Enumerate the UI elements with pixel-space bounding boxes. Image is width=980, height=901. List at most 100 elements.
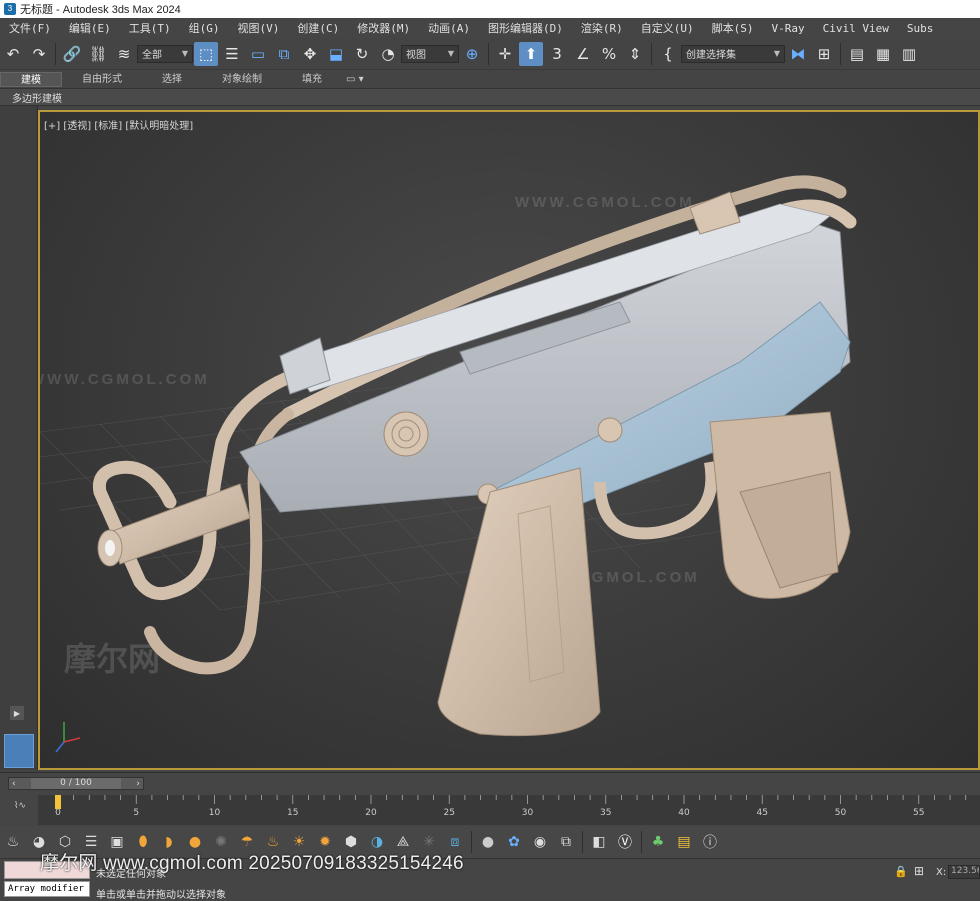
named-selection-value: 创建选择集	[686, 50, 736, 61]
magazine	[437, 467, 601, 737]
named-selection-dropdown[interactable]: 创建选择集 ▼	[681, 44, 785, 63]
pivot-center-icon[interactable]: ⊕	[460, 42, 484, 66]
ruler-label: 20	[365, 808, 377, 818]
selection-filter-value: 全部	[142, 50, 162, 61]
select-place-icon[interactable]: ◔	[376, 42, 400, 66]
select-manipulate-icon[interactable]: ✛	[493, 42, 517, 66]
viewport-layout-button[interactable]	[4, 734, 34, 768]
material-browser-icon[interactable]: ◉	[529, 831, 551, 853]
perspective-viewport[interactable]: WWW.CGMOL.COM WWW.CGMOL.COM WWW.CGMOL.CO…	[38, 110, 980, 770]
x-coord-field[interactable]: 123.56	[948, 865, 980, 879]
toolbar-divider	[55, 42, 56, 65]
layer-explorer-icon[interactable]: ▤	[845, 42, 869, 66]
snaps-toggle-icon[interactable]: 3	[545, 42, 569, 66]
menu-civil-view[interactable]: Civil View	[814, 22, 898, 35]
maxscript-mini-listener[interactable]: Array modifier	[4, 881, 90, 897]
rotate-icon[interactable]: ↻	[350, 42, 374, 66]
window-title: 无标题 - Autodesk 3ds Max 2024	[20, 4, 181, 16]
viewport-label[interactable]: [+] [透视] [标准] [默认明暗处理]	[44, 117, 193, 132]
bind-spacewarp-icon[interactable]: ≋	[112, 42, 136, 66]
select-by-name-icon[interactable]: ☰	[220, 42, 244, 66]
angle-snap-icon[interactable]: ∠	[571, 42, 595, 66]
menu-tools[interactable]: 工具(T)	[120, 20, 180, 36]
toolbar-divider	[488, 42, 489, 65]
slider-prev-icon[interactable]: ‹	[9, 779, 19, 789]
undo-icon[interactable]: ↶	[1, 42, 25, 66]
link-icon[interactable]: 🔗	[60, 42, 84, 66]
left-sidebar: ▶	[0, 106, 38, 770]
keyboard-shortcut-override-icon[interactable]: ⬆	[519, 41, 543, 66]
ruler-label: 45	[757, 808, 768, 818]
ribbon-tabs: 建模 自由形式 选择 对象绘制 填充 ▭ ▾	[0, 70, 980, 89]
tab-selection[interactable]: 选择	[142, 72, 202, 87]
vray-icon[interactable]: ◧	[588, 831, 610, 853]
track-bar[interactable]: 0 5 10 15 20 25 30 35 40 45 50 55	[38, 795, 980, 825]
ruler-label: 40	[678, 808, 690, 818]
selection-filter-dropdown[interactable]: 全部 ▼	[137, 44, 193, 63]
menu-scripting[interactable]: 脚本(S)	[703, 20, 763, 36]
watermark-text: WWW.CGMOL.COM	[40, 371, 210, 388]
ruler-label: 15	[287, 808, 298, 818]
scale-icon[interactable]: ⬓	[324, 42, 348, 66]
lock-icon[interactable]: 🔒	[894, 865, 908, 878]
forest-icon[interactable]: ♣	[647, 831, 669, 853]
time-slider[interactable]: ‹ 0 / 100 ›	[8, 777, 144, 790]
curve-editor-icon[interactable]: ⌇∿	[14, 801, 26, 811]
overlay-watermark: 摩尔网 www.cgmol.com 20250709183325154246	[40, 853, 464, 874]
ribbon-options-icon[interactable]: ▭ ▾	[342, 72, 368, 87]
menu-views[interactable]: 视图(V)	[229, 20, 289, 36]
edit-named-selection-icon[interactable]: {	[656, 42, 680, 66]
reference-coord-dropdown[interactable]: 视图 ▼	[401, 44, 459, 63]
material-sphere-icon[interactable]: ●	[477, 831, 499, 853]
ribbon-toggle-icon[interactable]: ▥	[897, 42, 921, 66]
menu-modifiers[interactable]: 修改器(M)	[348, 20, 419, 36]
transform-mode-icon[interactable]: ⊞	[914, 864, 924, 878]
ruler-label: 55	[913, 808, 924, 818]
material-editor-icon[interactable]: ✿	[503, 831, 525, 853]
viewport-scene: WWW.CGMOL.COM WWW.CGMOL.COM WWW.CGMOL.CO…	[40, 175, 857, 753]
polygon-modeling-label[interactable]: 多边形建模	[12, 90, 62, 105]
menu-group[interactable]: 组(G)	[180, 20, 229, 36]
title-bar: 3 无标题 - Autodesk 3ds Max 2024	[0, 0, 980, 18]
menu-graph-editors[interactable]: 图形编辑器(D)	[479, 20, 572, 36]
vray-v-icon[interactable]: Ⓥ	[614, 831, 636, 853]
time-slider-label: 0 / 100	[30, 778, 122, 789]
notes-icon[interactable]: ▤	[673, 831, 695, 853]
menu-customize[interactable]: 自定义(U)	[632, 20, 703, 36]
percent-snap-icon[interactable]: %	[597, 42, 621, 66]
redo-icon[interactable]: ↷	[27, 42, 51, 66]
menu-edit[interactable]: 编辑(E)	[60, 20, 120, 36]
tab-object-paint[interactable]: 对象绘制	[202, 72, 282, 87]
selector-knob	[597, 417, 623, 443]
ruler-label: 10	[209, 808, 221, 818]
slider-next-icon[interactable]: ›	[133, 779, 143, 789]
select-object-icon[interactable]: ⬚	[194, 41, 218, 66]
lister-icon[interactable]: ⧉	[555, 831, 577, 853]
tab-freeform[interactable]: 自由形式	[62, 72, 142, 87]
menu-vray[interactable]: V-Ray	[763, 22, 814, 35]
unlink-icon[interactable]: ⛓	[86, 42, 110, 66]
menu-rendering[interactable]: 渲染(R)	[572, 20, 632, 36]
menu-animation[interactable]: 动画(A)	[419, 20, 479, 36]
tab-populate[interactable]: 填充	[282, 72, 342, 87]
teapot-icon[interactable]: ♨	[2, 831, 24, 853]
align-icon[interactable]: ⊞	[812, 42, 836, 66]
menu-file[interactable]: 文件(F)	[0, 20, 60, 36]
menu-substance[interactable]: Subs	[898, 22, 943, 35]
play-icon[interactable]: ▶	[10, 706, 24, 720]
spinner-snap-icon[interactable]: ⇕	[623, 42, 647, 66]
tab-modeling[interactable]: 建模	[0, 71, 62, 87]
chevron-down-icon: ▼	[181, 49, 188, 58]
scene-explorer-icon[interactable]: ▦	[871, 42, 895, 66]
rectangular-selection-icon[interactable]: ▭	[246, 42, 270, 66]
prompt-line: 单击或单击并拖动以选择对象	[96, 890, 226, 901]
mirror-icon[interactable]: ⧓	[786, 42, 810, 66]
menu-bar: 文件(F) 编辑(E) 工具(T) 组(G) 视图(V) 创建(C) 修改器(M…	[0, 18, 980, 38]
timeline: ‹ 0 / 100 › ⌇∿ 0 5 10 15 20 25 30 35 40 45 50 55	[0, 772, 980, 826]
menu-create[interactable]: 创建(C)	[288, 20, 348, 36]
window-crossing-icon[interactable]: ⧉	[272, 42, 296, 66]
help-icon[interactable]: ⓘ	[699, 831, 721, 853]
reference-coord-value: 视图	[406, 50, 426, 61]
move-icon[interactable]: ✥	[298, 42, 322, 66]
cocking-knob	[383, 411, 429, 457]
